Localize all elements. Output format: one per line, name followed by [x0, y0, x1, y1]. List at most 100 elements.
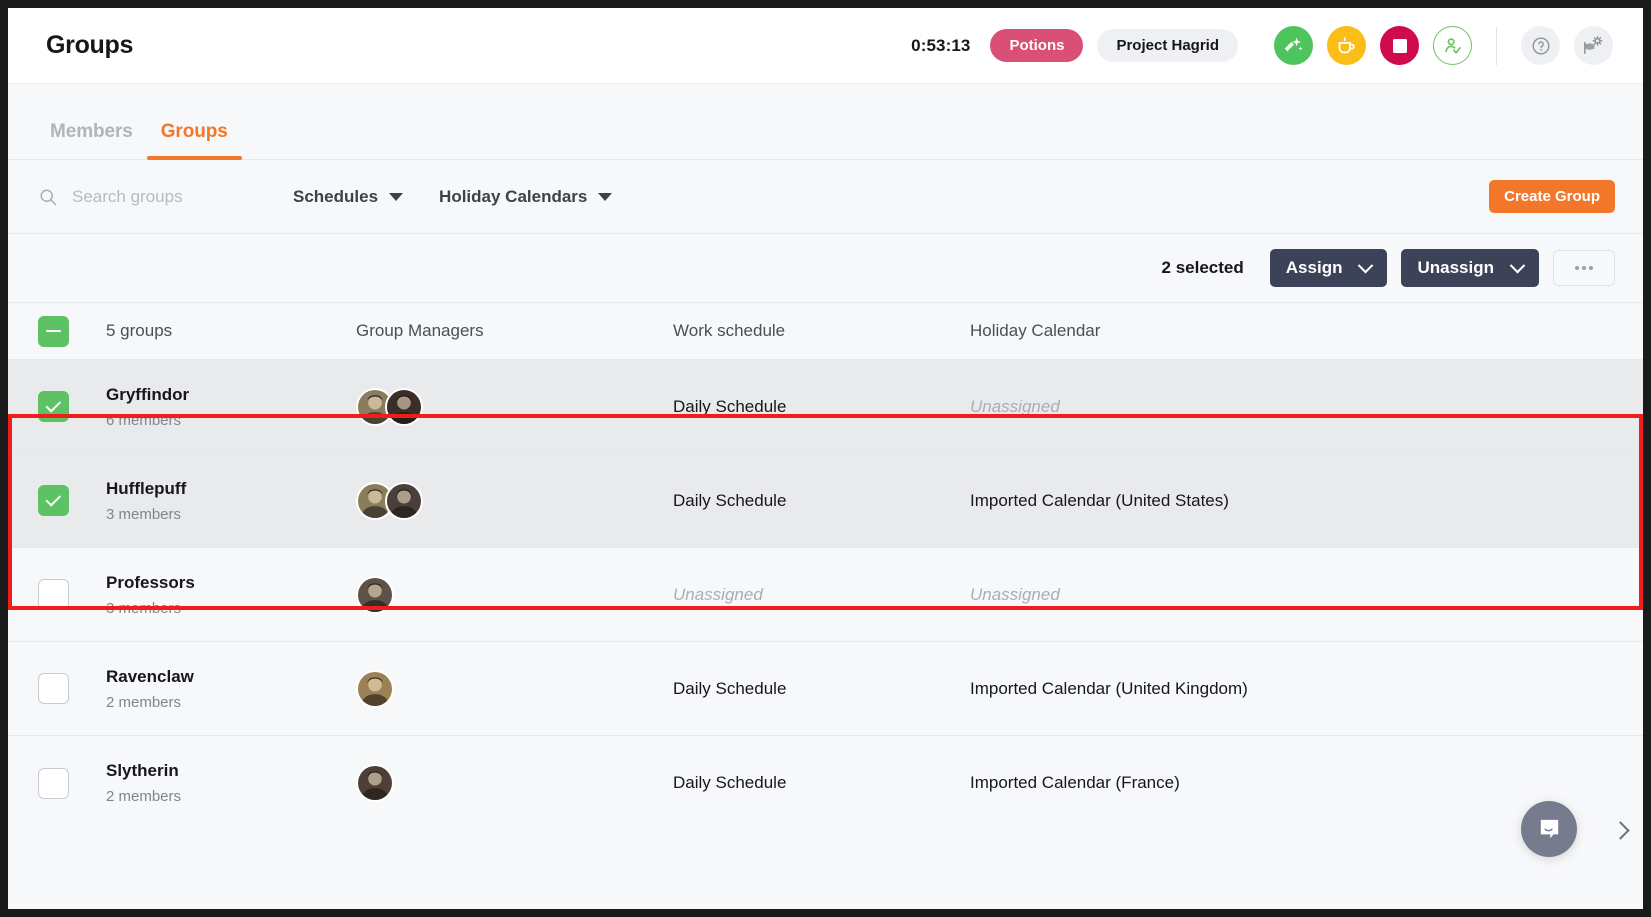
avatar-photo: [358, 671, 392, 706]
work-schedule-cell: Daily Schedule: [673, 396, 787, 416]
help-button[interactable]: [1521, 26, 1560, 65]
page-title: Groups: [46, 31, 134, 59]
schedules-filter[interactable]: Schedules: [293, 186, 404, 207]
group-managers-cell: [356, 387, 673, 426]
search-input[interactable]: [72, 186, 272, 207]
table-row[interactable]: Slytherin 2 members Daily Schedule Imported…: [8, 736, 1643, 830]
stop-timer-button[interactable]: [1380, 26, 1419, 65]
column-header-work-schedule: Work schedule: [673, 321, 786, 340]
tab-bar: Members Groups: [8, 84, 1643, 160]
group-name: Professors: [106, 572, 195, 592]
row-select-cell: [38, 673, 106, 704]
group-name: Hufflepuff: [106, 478, 187, 498]
table-row[interactable]: Professors 3 members Unassigned Unassigned: [8, 548, 1643, 642]
groups-table: 5 groups Group Managers Work schedule Ho…: [8, 302, 1643, 830]
more-dot: [1582, 266, 1586, 270]
current-task-pill[interactable]: Potions: [990, 29, 1084, 62]
group-member-count: 2 members: [106, 693, 182, 711]
avatar[interactable]: [356, 575, 394, 614]
row-select-cell: [38, 485, 106, 516]
chevron-down-icon: [1358, 257, 1374, 273]
switch-task-button[interactable]: [1274, 26, 1313, 65]
table-row[interactable]: Gryffindor 6 members Daily Schedule Unassig…: [8, 360, 1643, 454]
group-name: Ravenclaw: [106, 666, 194, 686]
row-checkbox[interactable]: [38, 579, 69, 610]
indeterminate-dash-icon: [46, 329, 61, 333]
app-header: Groups 0:53:13 Potions Project Hagrid: [8, 8, 1643, 84]
select-all-cell: [38, 315, 106, 347]
avatar[interactable]: [385, 387, 423, 426]
column-header-managers: Group Managers: [356, 321, 484, 340]
group-name-cell: Ravenclaw 2 members: [106, 667, 356, 711]
row-select-cell: [38, 391, 106, 422]
table-row[interactable]: Hufflepuff 3 members Daily Schedule Importe…: [8, 454, 1643, 548]
avatar-photo: [387, 389, 421, 424]
filter-bar: Schedules Holiday Calendars Create Group: [8, 160, 1643, 234]
work-schedule-cell: Unassigned: [673, 584, 763, 604]
table-header-row: 5 groups Group Managers Work schedule Ho…: [8, 302, 1643, 360]
header-actions: 0:53:13 Potions Project Hagrid: [911, 26, 1613, 65]
chevron-down-icon: [1509, 257, 1526, 273]
more-options-button[interactable]: [1553, 250, 1615, 286]
group-member-count: 3 members: [106, 505, 182, 523]
attendance-button[interactable]: [1433, 26, 1472, 65]
group-managers-cell: [356, 575, 673, 614]
group-member-count: 2 members: [106, 788, 182, 805]
avatar-photo: [358, 577, 392, 612]
help-icon: [1532, 37, 1549, 54]
group-name-cell: Slytherin 2 members: [106, 761, 356, 805]
assign-button[interactable]: Assign: [1269, 249, 1388, 287]
table-row[interactable]: Ravenclaw 2 members Daily Schedule Imported…: [8, 642, 1643, 736]
select-all-checkbox[interactable]: [38, 315, 69, 347]
holiday-calendar-cell: Imported Calendar (France): [970, 773, 1180, 792]
row-checkbox[interactable]: [38, 767, 69, 799]
tab-groups[interactable]: Groups: [146, 121, 242, 160]
holiday-calendar-cell: Unassigned: [970, 584, 1060, 604]
avatar[interactable]: [385, 481, 423, 520]
assign-button-label: Assign: [1285, 258, 1343, 277]
switch-task-icon: [1284, 37, 1303, 52]
holiday-calendars-filter-label: Holiday Calendars: [439, 186, 588, 206]
create-group-button[interactable]: Create Group: [1489, 180, 1615, 213]
column-header-holiday-calendar: Holiday Calendar: [970, 321, 1101, 340]
stop-timer-icon: [1392, 38, 1407, 53]
settings-button[interactable]: [1574, 26, 1613, 65]
group-member-count: 3 members: [106, 599, 182, 617]
chevron-down-icon: [389, 192, 404, 201]
chat-bubble-icon: [1540, 819, 1558, 838]
unassign-button[interactable]: Unassign: [1401, 249, 1539, 287]
row-checkbox[interactable]: [38, 485, 69, 516]
chat-widget-button[interactable]: [1521, 801, 1577, 857]
more-dot: [1589, 266, 1593, 270]
holiday-calendar-cell: Unassigned: [970, 396, 1060, 416]
group-name-cell: Hufflepuff 3 members: [106, 479, 356, 523]
coffee-break-icon: [1338, 37, 1355, 54]
group-managers-cell: [356, 481, 673, 520]
schedules-filter-label: Schedules: [293, 186, 379, 206]
current-project-pill[interactable]: Project Hagrid: [1097, 29, 1238, 62]
search-box[interactable]: [38, 186, 293, 207]
chevron-down-icon: [598, 192, 613, 201]
group-name: Gryffindor: [106, 384, 190, 404]
group-name-cell: Gryffindor 6 members: [106, 385, 356, 429]
check-icon: [45, 490, 61, 507]
row-checkbox[interactable]: [38, 391, 69, 422]
group-member-count: 6 members: [106, 411, 182, 429]
table-body: Gryffindor 6 members Daily Schedule Unassig…: [8, 360, 1643, 830]
tab-members[interactable]: Members: [36, 121, 147, 159]
avatar-photo: [358, 766, 392, 800]
holiday-calendars-filter[interactable]: Holiday Calendars: [439, 186, 613, 207]
group-name: Slytherin: [106, 761, 179, 780]
attendance-icon: [1444, 37, 1461, 54]
more-dot: [1575, 266, 1579, 270]
work-schedule-cell: Daily Schedule: [673, 678, 787, 698]
work-schedule-cell: Daily Schedule: [673, 490, 787, 510]
holiday-calendar-cell: Imported Calendar (United Kingdom): [970, 678, 1248, 698]
avatar[interactable]: [356, 764, 394, 802]
take-break-button[interactable]: [1327, 26, 1366, 65]
row-checkbox[interactable]: [38, 673, 69, 704]
holiday-calendar-cell: Imported Calendar (United States): [970, 490, 1229, 510]
avatar[interactable]: [356, 669, 394, 708]
settings-flag-icon: [1584, 35, 1603, 54]
timer-display: 0:53:13: [911, 35, 971, 55]
